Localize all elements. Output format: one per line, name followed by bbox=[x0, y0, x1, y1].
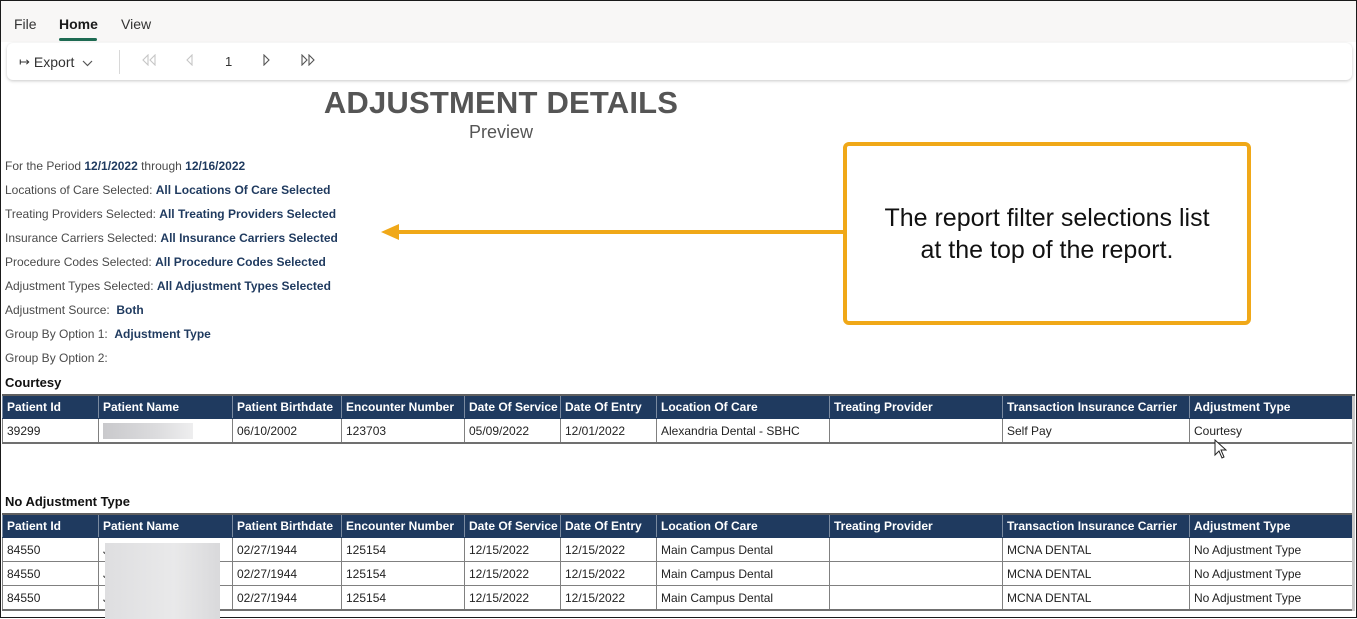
menu-view[interactable]: View bbox=[121, 16, 151, 32]
next-page-icon[interactable] bbox=[262, 53, 271, 69]
table-cell: 12/15/2022 bbox=[560, 585, 657, 611]
table-cell: 123703 bbox=[341, 418, 465, 444]
table-cell bbox=[829, 418, 1003, 444]
table-cell: 12/15/2022 bbox=[464, 537, 561, 562]
table-cell: No Adjustment Type bbox=[1189, 585, 1355, 611]
table-cell: 12/01/2022 bbox=[560, 418, 657, 444]
column-header: Treating Provider bbox=[829, 513, 1003, 538]
table-cell: 39299 bbox=[2, 418, 99, 444]
export-button[interactable]: ↦ Export bbox=[19, 43, 93, 80]
redacted-patient-name bbox=[103, 422, 193, 439]
column-header: Patient Id bbox=[2, 513, 99, 538]
column-header: Encounter Number bbox=[341, 513, 465, 538]
callout-text-line-2: at the top of the report. bbox=[920, 235, 1174, 264]
filter-treating-providers: Treating Providers Selected: All Treatin… bbox=[5, 207, 337, 221]
column-header: Adjustment Type bbox=[1189, 394, 1355, 419]
table-cell: 12/15/2022 bbox=[464, 561, 561, 586]
filter-adjustment-source: Adjustment Source: Both bbox=[5, 303, 144, 317]
report-subtitle: Preview bbox=[468, 122, 534, 142]
menu-home[interactable]: Home bbox=[59, 16, 98, 32]
column-header: Patient Name bbox=[98, 394, 233, 419]
filter-group-by-1: Group By Option 1: Adjustment Type bbox=[5, 327, 211, 341]
table-cell: Alexandria Dental - SBHC bbox=[656, 418, 830, 444]
table-cell: 84550 bbox=[2, 585, 99, 611]
chevron-down-icon bbox=[82, 54, 93, 70]
report-period: For the Period 12/1/2022 through 12/16/2… bbox=[5, 159, 246, 173]
table-header-row: Patient Id Patient Name Patient Birthdate E… bbox=[2, 394, 1355, 419]
table-cell: 84550 bbox=[2, 537, 99, 562]
table-cell: 02/27/1944 bbox=[232, 585, 342, 611]
group-title-courtesy: Courtesy bbox=[5, 375, 62, 390]
column-header: Patient Name bbox=[98, 513, 233, 538]
table-cell: 02/27/1944 bbox=[232, 561, 342, 586]
redacted-patient-names bbox=[105, 543, 220, 619]
column-header: Transaction Insurance Carrier bbox=[1002, 394, 1190, 419]
column-header: Date Of Entry bbox=[560, 394, 657, 419]
table-header-row: Patient Id Patient Name Patient Birthdate E… bbox=[2, 513, 1355, 538]
callout-arrow-line bbox=[397, 230, 843, 234]
column-header: Treating Provider bbox=[829, 394, 1003, 419]
column-header: Patient Birthdate bbox=[232, 513, 342, 538]
menu-file[interactable]: File bbox=[14, 16, 37, 32]
table-cell bbox=[98, 418, 233, 444]
table-cell: 12/15/2022 bbox=[464, 585, 561, 611]
table-cell: 12/15/2022 bbox=[560, 561, 657, 586]
column-header: Date Of Service bbox=[464, 394, 561, 419]
table-cell: 84550 bbox=[2, 561, 99, 586]
table-cell: MCNA DENTAL bbox=[1002, 537, 1190, 562]
export-arrow-icon: ↦ bbox=[19, 53, 30, 69]
column-header: Encounter Number bbox=[341, 394, 465, 419]
column-header: Date Of Entry bbox=[560, 513, 657, 538]
table-cell: Main Campus Dental bbox=[656, 585, 830, 611]
column-header: Location Of Care bbox=[656, 394, 830, 419]
table-cell: No Adjustment Type bbox=[1189, 561, 1355, 586]
column-header: Date Of Service bbox=[464, 513, 561, 538]
table-cell: 125154 bbox=[341, 585, 465, 611]
table-cell bbox=[829, 537, 1003, 562]
table-cell: 02/27/1944 bbox=[232, 537, 342, 562]
callout-text-line-1: The report filter selections list bbox=[884, 203, 1210, 232]
column-header: Adjustment Type bbox=[1189, 513, 1355, 538]
filter-locations-of-care: Locations of Care Selected: All Location… bbox=[5, 183, 331, 197]
mouse-pointer-icon bbox=[1214, 438, 1228, 464]
filter-adjustment-types: Adjustment Types Selected: All Adjustmen… bbox=[5, 279, 331, 293]
table-row: 39299 06/10/2002 123703 05/09/2022 12/01/202… bbox=[2, 418, 1355, 444]
current-page-number[interactable]: 1 bbox=[225, 54, 232, 69]
column-header: Patient Id bbox=[2, 394, 99, 419]
table-cell: Main Campus Dental bbox=[656, 561, 830, 586]
courtesy-table: Patient Id Patient Name Patient Birthdate E… bbox=[2, 394, 1355, 444]
toolbar: ↦ Export 1 bbox=[7, 43, 1352, 80]
filter-procedure-codes: Procedure Codes Selected: All Procedure … bbox=[5, 255, 326, 269]
table-cell: 12/15/2022 bbox=[560, 537, 657, 562]
menu-bar: File Home View bbox=[1, 1, 1356, 42]
column-header: Location Of Care bbox=[656, 513, 830, 538]
table-cell: MCNA DENTAL bbox=[1002, 585, 1190, 611]
table-cell: MCNA DENTAL bbox=[1002, 561, 1190, 586]
table-cell: Self Pay bbox=[1002, 418, 1190, 444]
vertical-scrollbar[interactable] bbox=[1352, 396, 1355, 611]
table-cell: 125154 bbox=[341, 561, 465, 586]
column-header: Transaction Insurance Carrier bbox=[1002, 513, 1190, 538]
table-cell: Main Campus Dental bbox=[656, 537, 830, 562]
table-cell: 06/10/2002 bbox=[232, 418, 342, 444]
export-label: Export bbox=[33, 53, 75, 70]
previous-page-icon[interactable] bbox=[185, 53, 194, 69]
group-title-no-adjustment-type: No Adjustment Type bbox=[5, 494, 130, 509]
filter-insurance-carriers: Insurance Carriers Selected: All Insuran… bbox=[5, 231, 338, 245]
first-page-icon[interactable] bbox=[141, 53, 157, 69]
table-cell bbox=[829, 561, 1003, 586]
table-cell: 05/09/2022 bbox=[464, 418, 561, 444]
last-page-icon[interactable] bbox=[300, 53, 316, 69]
column-header: Patient Birthdate bbox=[232, 394, 342, 419]
table-cell bbox=[829, 585, 1003, 611]
annotation-callout: The report filter selections list at the… bbox=[843, 142, 1251, 325]
table-cell: 125154 bbox=[341, 537, 465, 562]
report-title: ADJUSTMENT DETAILS bbox=[323, 85, 679, 120]
toolbar-divider bbox=[119, 50, 120, 74]
active-tab-indicator bbox=[59, 38, 97, 41]
table-cell: No Adjustment Type bbox=[1189, 537, 1355, 562]
filter-group-by-2: Group By Option 2: bbox=[5, 351, 108, 365]
